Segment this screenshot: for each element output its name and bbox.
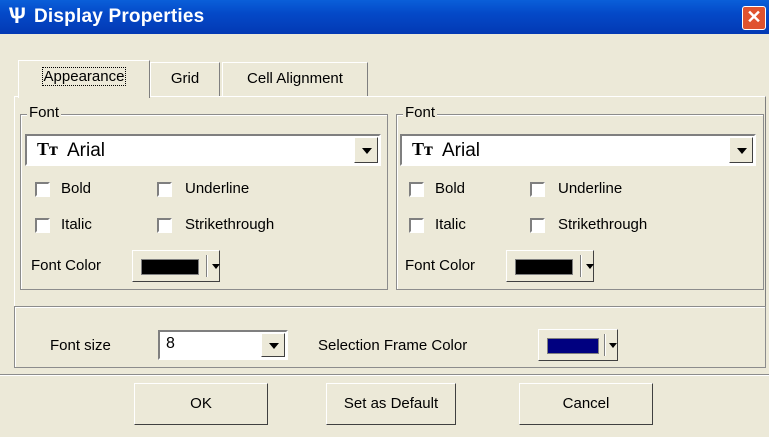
frame-color-picker[interactable] bbox=[538, 329, 618, 361]
app-icon: Ѱ bbox=[8, 3, 26, 28]
right-underline-label: Underline bbox=[558, 180, 623, 197]
close-icon: ✕ bbox=[746, 7, 762, 27]
left-font-combo[interactable]: Tт Arial bbox=[25, 134, 381, 166]
left-font-color-picker[interactable] bbox=[132, 250, 220, 282]
chevron-down-icon bbox=[609, 343, 617, 348]
tab-label: Appearance bbox=[41, 67, 127, 86]
right-underline-checkbox[interactable] bbox=[530, 182, 545, 197]
left-strikethrough-checkbox[interactable] bbox=[157, 218, 172, 233]
font-type-icon: Tт bbox=[37, 139, 58, 159]
title-bar: Ѱ Display Properties ✕ bbox=[0, 0, 769, 34]
color-swatch bbox=[141, 259, 199, 275]
font-type-icon: Tт bbox=[412, 139, 433, 159]
font-name-value: Arial bbox=[67, 140, 106, 161]
dropdown-button[interactable] bbox=[729, 137, 753, 163]
tab-appearance[interactable]: Appearance bbox=[18, 60, 150, 98]
left-italic-checkbox[interactable] bbox=[35, 218, 50, 233]
dropdown-button[interactable] bbox=[354, 137, 378, 163]
separator bbox=[580, 255, 581, 277]
font-size-value: 8 bbox=[166, 335, 175, 352]
cancel-button[interactable]: Cancel bbox=[519, 383, 653, 425]
window-title: Display Properties bbox=[34, 6, 205, 27]
tab-cell-alignment[interactable]: Cell Alignment bbox=[222, 62, 368, 96]
right-bold-checkbox[interactable] bbox=[409, 182, 424, 197]
chevron-down-icon bbox=[212, 264, 220, 269]
right-font-combo[interactable]: Tт Arial bbox=[400, 134, 756, 166]
close-button[interactable]: ✕ bbox=[742, 6, 766, 30]
right-font-color-label: Font Color bbox=[405, 257, 476, 274]
group-legend: Font bbox=[403, 104, 438, 122]
right-bold-label: Bold bbox=[435, 180, 466, 197]
chevron-down-icon bbox=[737, 148, 747, 154]
chevron-down-icon bbox=[586, 264, 594, 269]
right-italic-checkbox[interactable] bbox=[409, 218, 424, 233]
right-font-color-picker[interactable] bbox=[506, 250, 594, 282]
divider bbox=[0, 374, 769, 375]
tab-grid[interactable]: Grid bbox=[150, 62, 220, 96]
ok-button[interactable]: OK bbox=[134, 383, 268, 425]
left-italic-label: Italic bbox=[61, 216, 92, 233]
left-underline-label: Underline bbox=[185, 180, 250, 197]
right-strikethrough-checkbox[interactable] bbox=[530, 218, 545, 233]
set-as-default-button[interactable]: Set as Default bbox=[326, 383, 456, 425]
color-swatch bbox=[547, 338, 599, 354]
chevron-down-icon bbox=[269, 343, 279, 349]
font-name-value: Arial bbox=[442, 140, 481, 161]
chevron-down-icon bbox=[362, 148, 372, 154]
left-bold-label: Bold bbox=[61, 180, 92, 197]
left-underline-checkbox[interactable] bbox=[157, 182, 172, 197]
separator bbox=[206, 255, 207, 277]
dropdown-button[interactable] bbox=[261, 333, 285, 357]
left-font-color-label: Font Color bbox=[31, 257, 102, 274]
separator bbox=[604, 334, 605, 356]
color-swatch bbox=[515, 259, 573, 275]
font-size-label: Font size bbox=[50, 337, 111, 354]
left-strikethrough-label: Strikethrough bbox=[185, 216, 275, 233]
group-legend: Font bbox=[27, 104, 62, 122]
font-size-combo[interactable]: 8 bbox=[158, 330, 288, 360]
left-bold-checkbox[interactable] bbox=[35, 182, 50, 197]
tab-label: Grid bbox=[170, 70, 200, 87]
right-italic-label: Italic bbox=[435, 216, 466, 233]
right-strikethrough-label: Strikethrough bbox=[558, 216, 648, 233]
tab-label: Cell Alignment bbox=[247, 70, 343, 87]
frame-color-label: Selection Frame Color bbox=[318, 337, 468, 354]
